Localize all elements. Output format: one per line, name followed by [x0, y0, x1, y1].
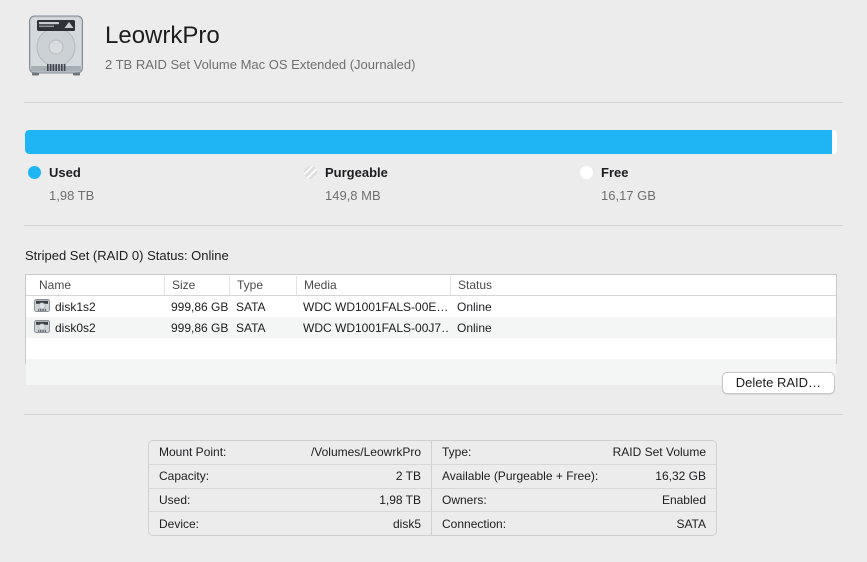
disk-icon — [34, 319, 50, 336]
volume-title: LeowrkPro — [105, 22, 220, 49]
info-row-available: Available (Purgeable + Free): 16,32 GB — [432, 465, 716, 489]
legend-free-label: Free — [601, 165, 629, 180]
info-value: RAID Set Volume — [612, 445, 706, 460]
info-value: Enabled — [661, 492, 706, 507]
usage-legend: Used 1,98 TB Purgeable 149,8 MB Free 16,… — [0, 165, 867, 225]
info-value: /Volumes/LeowrkPro — [310, 445, 421, 460]
free-swatch-icon — [580, 166, 593, 179]
member-type: SATA — [236, 299, 266, 314]
member-media: WDC WD1001FALS-00J7… — [303, 320, 450, 335]
usage-bar-used-segment — [25, 130, 833, 154]
used-swatch-icon — [28, 166, 41, 179]
usage-bar — [25, 130, 837, 154]
member-name: disk1s2 — [55, 299, 96, 314]
info-row-capacity: Capacity: 2 TB — [149, 465, 431, 489]
column-header-name: Name — [39, 277, 72, 292]
empty-table-space — [26, 338, 836, 359]
volume-header: LeowrkPro 2 TB RAID Set Volume Mac OS Ex… — [0, 0, 867, 102]
info-value: 2 TB — [395, 469, 421, 484]
info-row-type: Type: RAID Set Volume — [432, 441, 716, 465]
member-size: 999,86 GB — [171, 299, 229, 314]
info-row-device: Device: disk5 — [149, 512, 431, 535]
member-name: disk0s2 — [55, 320, 96, 335]
divider — [24, 102, 843, 103]
member-size: 999,86 GB — [171, 320, 229, 335]
divider — [24, 414, 843, 415]
legend-used-value: 1,98 TB — [49, 188, 95, 203]
volume-subtitle: 2 TB RAID Set Volume Mac OS Extended (Jo… — [105, 57, 416, 72]
info-label: Capacity: — [159, 469, 210, 484]
legend-purgeable-value: 149,8 MB — [325, 188, 381, 203]
info-left-column: Mount Point: /Volumes/LeowrkPro Capacity… — [149, 441, 431, 535]
info-label: Owners: — [442, 492, 487, 507]
raid-members-table: Name Size Type Media Status disk1s2 999,… — [25, 274, 837, 385]
divider — [24, 225, 843, 226]
purgeable-swatch-icon — [304, 166, 317, 179]
info-row-owners: Owners: Enabled — [432, 489, 716, 513]
info-value: disk5 — [392, 516, 421, 531]
table-header-row: Name Size Type Media Status — [26, 275, 836, 296]
hard-drive-icon — [28, 14, 84, 81]
disk-utility-volume-view: { "header": { "title": "LeowrkPro", "sub… — [0, 0, 867, 562]
info-label: Mount Point: — [159, 445, 227, 460]
member-type: SATA — [236, 320, 266, 335]
column-header-media: Media — [296, 275, 450, 295]
info-label: Connection: — [442, 516, 507, 531]
info-label: Device: — [159, 516, 200, 531]
member-media: WDC WD1001FALS-00E… — [303, 299, 449, 314]
legend-purgeable-label: Purgeable — [325, 165, 388, 180]
member-status: Online — [457, 299, 492, 314]
info-row-mount-point: Mount Point: /Volumes/LeowrkPro — [149, 441, 431, 465]
info-label: Type: — [442, 445, 472, 460]
disk-icon — [34, 298, 50, 315]
info-value: 1,98 TB — [379, 492, 421, 507]
info-label: Available (Purgeable + Free): — [442, 469, 599, 484]
info-value: 16,32 GB — [655, 469, 706, 484]
legend-purgeable: Purgeable 149,8 MB — [304, 165, 580, 225]
column-header-type: Type — [229, 275, 296, 295]
legend-used: Used 1,98 TB — [28, 165, 304, 225]
table-row[interactable]: disk0s2 999,86 GB SATA WDC WD1001FALS-00… — [26, 317, 836, 338]
info-row-connection: Connection: SATA — [432, 512, 716, 535]
legend-free: Free 16,17 GB — [580, 165, 867, 225]
raid-status-label: Striped Set (RAID 0) Status: Online — [25, 248, 229, 263]
table-row[interactable]: disk1s2 999,86 GB SATA WDC WD1001FALS-00… — [26, 296, 836, 317]
info-label: Used: — [159, 492, 191, 507]
legend-used-label: Used — [49, 165, 81, 180]
column-header-size: Size — [164, 275, 229, 295]
info-row-used: Used: 1,98 TB — [149, 489, 431, 513]
usage-bar-free-segment — [832, 130, 837, 154]
legend-free-value: 16,17 GB — [601, 188, 656, 203]
member-status: Online — [457, 320, 492, 335]
info-value: SATA — [676, 516, 706, 531]
column-header-status: Status — [450, 275, 836, 295]
delete-raid-button[interactable]: Delete RAID… — [721, 372, 835, 394]
info-right-column: Type: RAID Set Volume Available (Purgeab… — [431, 441, 716, 535]
volume-info-panel: Mount Point: /Volumes/LeowrkPro Capacity… — [148, 440, 717, 536]
